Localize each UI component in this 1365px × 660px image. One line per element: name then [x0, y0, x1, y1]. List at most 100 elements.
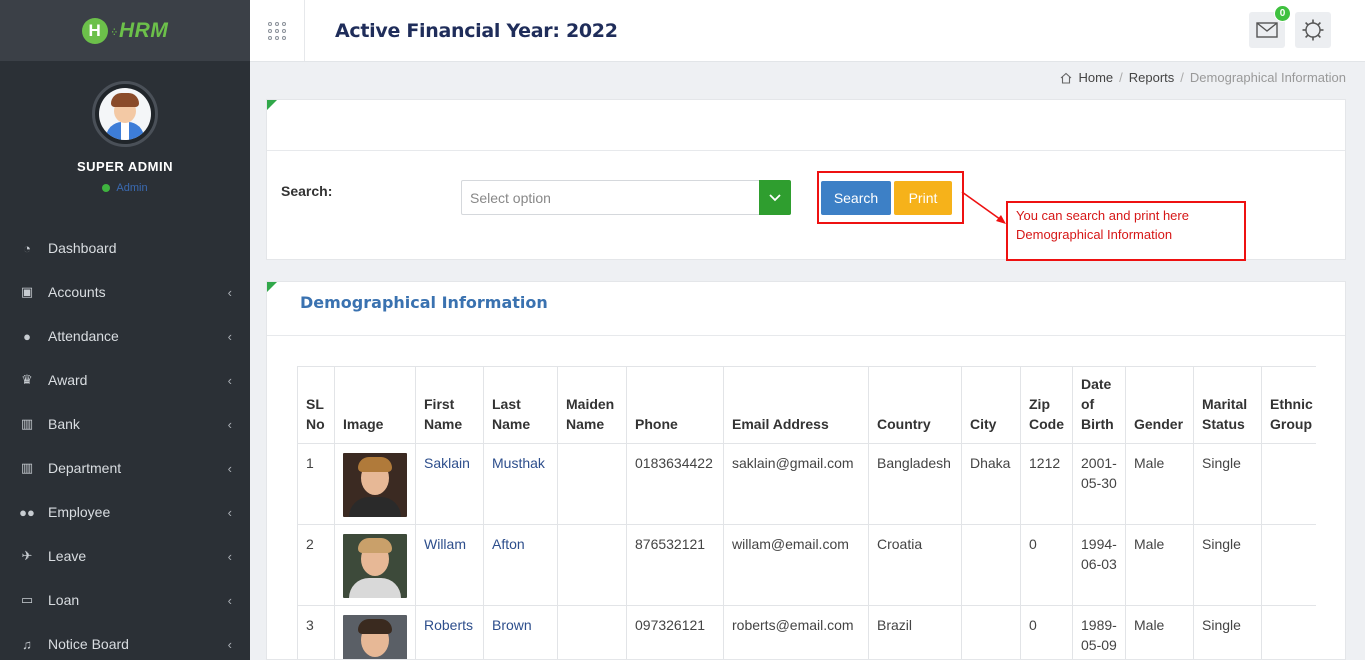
cell-gender: Male	[1125, 443, 1194, 525]
cell-last[interactable]: Musthak	[483, 443, 558, 525]
sidebar-item-attendance[interactable]: ● Attendance ‹	[0, 314, 250, 358]
search-select[interactable]: Select option	[461, 180, 791, 215]
home-icon	[1061, 72, 1072, 84]
sidebar-item-label: Department	[48, 460, 122, 476]
app-logo[interactable]: H ·:· HRM	[81, 17, 169, 44]
section-title: Demographical Information	[300, 293, 548, 312]
envelope-icon	[1256, 22, 1278, 38]
column-header[interactable]: Zip Code	[1020, 366, 1073, 444]
dob-line: 1989-	[1081, 617, 1117, 633]
cell-email: willam@email.com	[723, 524, 869, 606]
column-header[interactable]: First Name	[415, 366, 484, 444]
plane-icon: ✈	[21, 548, 33, 563]
sidebar-item-label: Accounts	[48, 284, 106, 300]
chevron-left-icon: ‹	[227, 636, 232, 652]
cell-zip: 1212	[1020, 443, 1073, 525]
employee-photo	[343, 534, 407, 598]
dashboard-icon: ◔	[23, 240, 31, 256]
cell-maiden	[557, 605, 627, 659]
cell-country: Bangladesh	[868, 443, 962, 525]
column-header-text: Date	[1081, 376, 1112, 392]
cell-dob: 1989- 05-09	[1072, 605, 1126, 659]
cell-last[interactable]: Afton	[483, 524, 558, 606]
bell-icon: ♫	[22, 636, 32, 652]
column-header[interactable]: Ethnic Group	[1261, 366, 1316, 444]
column-header[interactable]: Gender	[1125, 366, 1194, 444]
column-header[interactable]: Marital Status	[1193, 366, 1262, 444]
cell-phone: 0183634422	[626, 443, 724, 525]
status-text: Admin	[116, 182, 148, 194]
column-header[interactable]: Date of Birth	[1072, 366, 1126, 444]
sidebar-item-dashboard[interactable]: ◔ Dashboard	[0, 226, 250, 270]
column-header-text: Image	[343, 416, 384, 432]
breadcrumb-reports[interactable]: Reports	[1129, 70, 1175, 85]
cell-last[interactable]: Brown	[483, 605, 558, 659]
card-corner-marker	[267, 282, 277, 292]
table-row: 1 Saklain Musthak 0183634422 saklain@gmail.c…	[297, 443, 1316, 525]
sidebar-item-loan[interactable]: ▭ Loan ‹	[0, 578, 250, 622]
apps-menu-button[interactable]	[250, 0, 305, 61]
column-header-text: Ethnic	[1270, 396, 1313, 412]
grid-icon	[268, 21, 286, 40]
column-header[interactable]: SL No	[297, 366, 335, 444]
cell-city: Dhaka	[961, 443, 1021, 525]
sidebar-item-notice-board[interactable]: ♫ Notice Board ‹	[0, 622, 250, 660]
column-header[interactable]: Country	[868, 366, 962, 444]
chevron-left-icon: ‹	[227, 460, 232, 476]
avatar[interactable]	[92, 81, 158, 147]
sidebar-item-label: Leave	[48, 548, 87, 564]
chevron-left-icon: ‹	[227, 328, 232, 344]
table-body: 1 Saklain Musthak 0183634422 saklain@gmail.c…	[297, 443, 1316, 659]
sidebar-item-award[interactable]: ♛ Award ‹	[0, 358, 250, 402]
chevron-left-icon: ‹	[227, 592, 232, 608]
sidebar-item-employee[interactable]: ●● Employee ‹	[0, 490, 250, 534]
chevron-left-icon: ‹	[227, 504, 232, 520]
select-dropdown-button[interactable]	[759, 180, 791, 215]
breadcrumb-home[interactable]: Home	[1078, 70, 1113, 85]
settings-button[interactable]	[1295, 12, 1331, 48]
cell-maiden	[557, 524, 627, 606]
column-header-text: Name	[566, 416, 605, 432]
cell-first[interactable]: Roberts	[415, 605, 484, 659]
avatar-image	[99, 88, 151, 140]
chevron-down-icon	[769, 193, 781, 201]
table-container[interactable]: SL No Image First Name Last Name Maiden Name Phon…	[297, 366, 1316, 659]
column-header[interactable]: Maiden Name	[557, 366, 627, 444]
logo-text: HRM	[119, 18, 169, 42]
sidebar-item-bank[interactable]: ▥ Bank ‹	[0, 402, 250, 446]
users-icon: ●●	[19, 504, 35, 520]
column-header[interactable]: Last Name	[483, 366, 558, 444]
column-header-text: of	[1081, 396, 1095, 412]
cell-ethnic	[1261, 443, 1316, 525]
cell-sl: 3	[297, 605, 335, 659]
callout-line-2: Demographical Information	[1016, 227, 1173, 242]
user-icon: ●	[23, 328, 31, 344]
column-header-text: Country	[877, 416, 931, 432]
search-label: Search:	[281, 183, 333, 199]
sidebar-item-leave[interactable]: ✈ Leave ‹	[0, 534, 250, 578]
cell-marital: Single	[1193, 605, 1262, 659]
column-header-text: Phone	[635, 416, 678, 432]
column-header[interactable]: Image	[334, 366, 416, 444]
column-header-text: First	[424, 396, 455, 412]
sidebar-item-accounts[interactable]: ▣ Accounts ‹	[0, 270, 250, 314]
search-button[interactable]: Search	[821, 181, 891, 215]
column-header-text: Status	[1202, 416, 1245, 432]
cell-first[interactable]: Saklain	[415, 443, 484, 525]
column-header[interactable]: City	[961, 366, 1021, 444]
logo-dots: ·:·	[110, 23, 118, 38]
column-header-text: SL	[306, 396, 324, 412]
chevron-left-icon: ‹	[227, 372, 232, 388]
column-header[interactable]: Phone	[626, 366, 724, 444]
print-button[interactable]: Print	[894, 181, 952, 215]
profile-panel: SUPER ADMIN Admin	[0, 61, 250, 226]
cell-city	[961, 605, 1021, 659]
column-header-text: Gender	[1134, 416, 1184, 432]
bank-icon: ▥	[20, 460, 34, 475]
sidebar-item-department[interactable]: ▥ Department ‹	[0, 446, 250, 490]
column-header-text: Group	[1270, 416, 1312, 432]
column-header[interactable]: Email Address	[723, 366, 869, 444]
gear-icon	[1302, 19, 1324, 41]
cell-first[interactable]: Willam	[415, 524, 484, 606]
profile-name: SUPER ADMIN	[76, 159, 174, 174]
